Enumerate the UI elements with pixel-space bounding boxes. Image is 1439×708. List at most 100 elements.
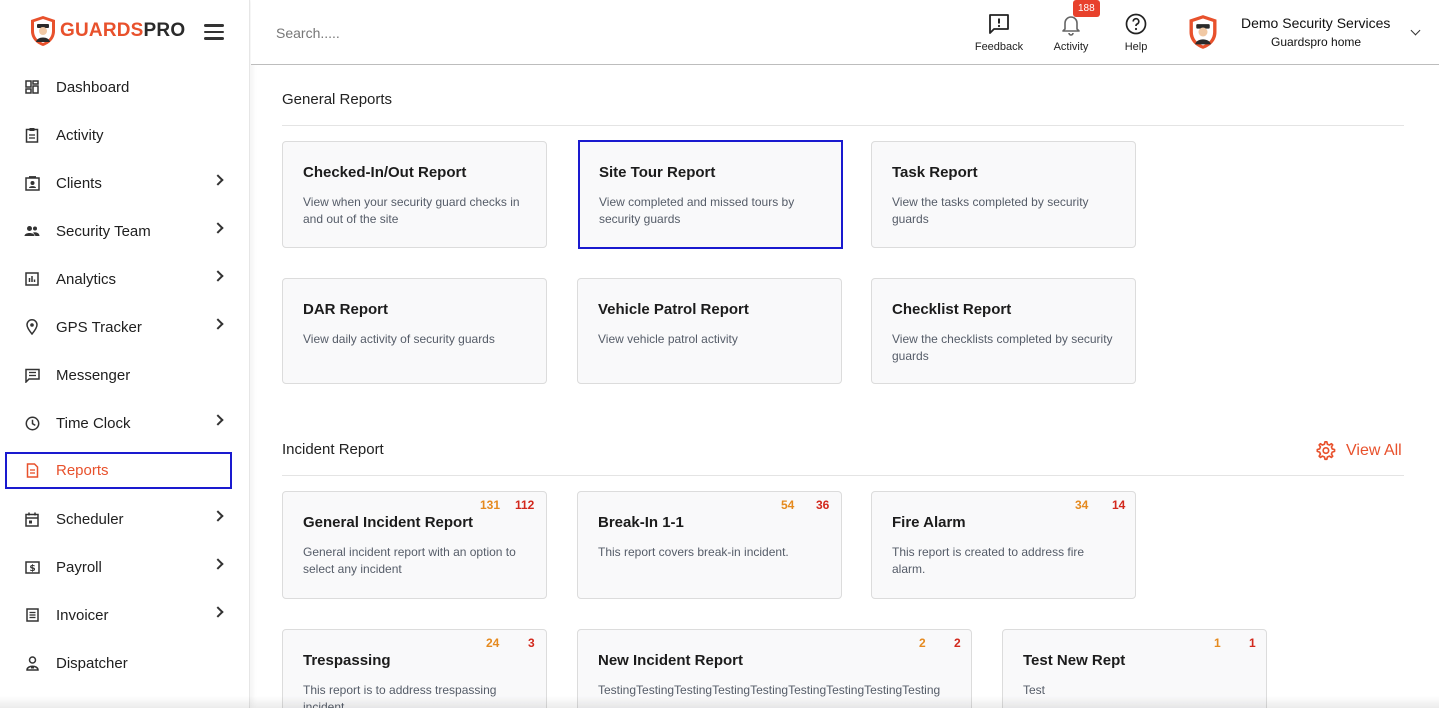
- incident-count-closed: 3: [528, 636, 535, 650]
- card-description: General incident report with an option t…: [303, 545, 516, 576]
- card-title: Fire Alarm: [892, 514, 966, 531]
- incident-card-test-new-rept[interactable]: 1 1 Test New Rept Test: [1002, 629, 1267, 708]
- chevron-right-icon: [212, 414, 224, 426]
- brand-name-part1: GUARDS: [60, 20, 144, 41]
- card-description: This report is created to address fire a…: [892, 545, 1085, 576]
- card-title: Trespassing: [303, 652, 391, 669]
- divider: [282, 125, 1404, 126]
- svg-text:$: $: [29, 564, 35, 574]
- card-title: Test New Rept: [1023, 652, 1126, 669]
- incident-report-title: Incident Report: [282, 441, 384, 458]
- account-menu[interactable]: Demo Security Services Guardspro home: [1188, 10, 1428, 54]
- incident-card-general[interactable]: 131 112 General Incident Report General …: [282, 491, 547, 599]
- gear-icon: [1316, 441, 1336, 461]
- chevron-right-icon: [212, 606, 224, 618]
- card-title: Task Report: [892, 164, 978, 181]
- incident-count-closed: 2: [954, 636, 961, 650]
- sidebar-item-dashboard[interactable]: Dashboard: [0, 63, 250, 111]
- feedback-button[interactable]: Feedback: [969, 12, 1029, 53]
- avatar: [1189, 15, 1217, 49]
- chevron-right-icon: [212, 558, 224, 570]
- card-title: Site Tour Report: [599, 164, 716, 181]
- sidebar-item-label: Payroll: [56, 558, 102, 576]
- incident-count-open: 34: [1075, 498, 1089, 512]
- invoice-icon: [24, 607, 40, 623]
- sidebar-item-label: Invoicer: [56, 606, 109, 624]
- view-all-button[interactable]: View All: [1314, 440, 1402, 462]
- search-input[interactable]: [276, 22, 576, 44]
- guard-badge-icon: [31, 16, 55, 46]
- sidebar-item-gps-tracker[interactable]: GPS Tracker: [0, 303, 250, 351]
- card-description: This report is to address trespassing in…: [303, 683, 497, 708]
- incident-count-open: 2: [919, 636, 926, 650]
- dispatcher-icon: [24, 655, 40, 671]
- sidebar-item-messenger[interactable]: Messenger: [0, 351, 250, 399]
- menu-toggle-icon[interactable]: [204, 24, 224, 40]
- sidebar-nav: Dashboard Activity Clients Security Team…: [0, 63, 250, 687]
- sidebar-item-label: Dashboard: [56, 78, 130, 96]
- incident-count-open: 131: [480, 498, 501, 512]
- account-name: Demo Security Services: [1241, 15, 1391, 31]
- card-description: View the checklists completed by securit…: [892, 332, 1113, 363]
- brand-name-part2: PRO: [143, 20, 186, 41]
- help-icon: [1125, 13, 1147, 35]
- sidebar-item-label: Activity: [56, 126, 104, 144]
- help-button[interactable]: Help: [1106, 12, 1166, 53]
- incident-count-closed: 112: [515, 498, 535, 512]
- sidebar-item-clients[interactable]: Clients: [0, 159, 250, 207]
- sidebar-item-reports[interactable]: Reports: [5, 452, 232, 489]
- sidebar-item-security-team[interactable]: Security Team: [0, 207, 250, 255]
- card-title: New Incident Report: [598, 652, 744, 669]
- chevron-right-icon: [212, 222, 224, 234]
- report-card-site-tour[interactable]: Site Tour Report View completed and miss…: [578, 140, 843, 249]
- incident-card-new-incident[interactable]: 2 2 New Incident Report TestingTestingTe…: [577, 629, 972, 708]
- people-icon: [24, 223, 40, 239]
- account-subtitle: Guardspro home: [1271, 35, 1362, 49]
- sidebar-item-invoicer[interactable]: Invoicer: [0, 591, 250, 639]
- brand-logo[interactable]: GUARDSPRO: [30, 15, 185, 47]
- sidebar-item-dispatcher[interactable]: Dispatcher: [0, 639, 250, 687]
- card-title: Break-In 1-1: [598, 514, 684, 531]
- card-description: View the tasks completed by security gua…: [892, 195, 1089, 226]
- sidebar-item-analytics[interactable]: Analytics: [0, 255, 250, 303]
- card-title: Vehicle Patrol Report: [598, 301, 749, 318]
- report-card-task[interactable]: Task Report View the tasks completed by …: [871, 141, 1136, 248]
- bar-chart-icon: [24, 271, 40, 287]
- report-card-vehicle-patrol[interactable]: Vehicle Patrol Report View vehicle patro…: [577, 278, 842, 384]
- sidebar-item-label: GPS Tracker: [56, 318, 142, 336]
- card-description: TestingTestingTestingTestingTestingTesti…: [598, 683, 941, 697]
- incident-card-fire-alarm[interactable]: 34 14 Fire Alarm This report is created …: [871, 491, 1136, 599]
- incident-card-break-in[interactable]: 54 36 Break-In 1-1 This report covers br…: [577, 491, 842, 599]
- sidebar-item-time-clock[interactable]: Time Clock: [0, 399, 250, 447]
- feedback-icon: [989, 14, 1009, 34]
- help-label: Help: [1124, 41, 1148, 53]
- top-bar: Feedback 188 Activity Help Demo Security…: [251, 0, 1439, 65]
- report-card-dar[interactable]: DAR Report View daily activity of securi…: [282, 278, 547, 384]
- incident-count-closed: 36: [816, 498, 830, 512]
- sidebar-item-label: Analytics: [56, 270, 117, 288]
- incident-count-open: 54: [781, 498, 795, 512]
- general-reports-title: General Reports: [282, 91, 393, 108]
- sidebar-item-scheduler[interactable]: Scheduler: [0, 495, 250, 543]
- sidebar-item-label: Clients: [56, 174, 102, 192]
- card-title: General Incident Report: [303, 514, 474, 531]
- card-title: DAR Report: [303, 301, 388, 318]
- clock-icon: [24, 415, 40, 431]
- dashboard-icon: [24, 79, 40, 95]
- sidebar: GUARDSPRO Dashboard Activity Clients Sec…: [0, 0, 250, 708]
- incident-card-trespassing[interactable]: 24 3 Trespassing This report is to addre…: [282, 629, 547, 708]
- report-card-checked-in-out[interactable]: Checked-In/Out Report View when your sec…: [282, 141, 547, 248]
- sidebar-item-payroll[interactable]: $ Payroll: [0, 543, 250, 591]
- card-description: View when your security guard checks in …: [303, 195, 520, 226]
- sidebar-item-activity[interactable]: Activity: [0, 111, 250, 159]
- activity-count-badge: 188: [1073, 0, 1100, 17]
- dollar-icon: $: [24, 559, 40, 575]
- incident-count-closed: 1: [1249, 636, 1256, 650]
- card-title: Checked-In/Out Report: [303, 164, 467, 181]
- sidebar-item-label: Security Team: [56, 222, 151, 240]
- activity-button[interactable]: 188 Activity: [1041, 0, 1101, 53]
- activity-label: Activity: [1053, 41, 1089, 53]
- sidebar-item-label: Dispatcher: [56, 654, 128, 672]
- chevron-down-icon: [1410, 25, 1421, 36]
- report-card-checklist[interactable]: Checklist Report View the checklists com…: [871, 278, 1136, 384]
